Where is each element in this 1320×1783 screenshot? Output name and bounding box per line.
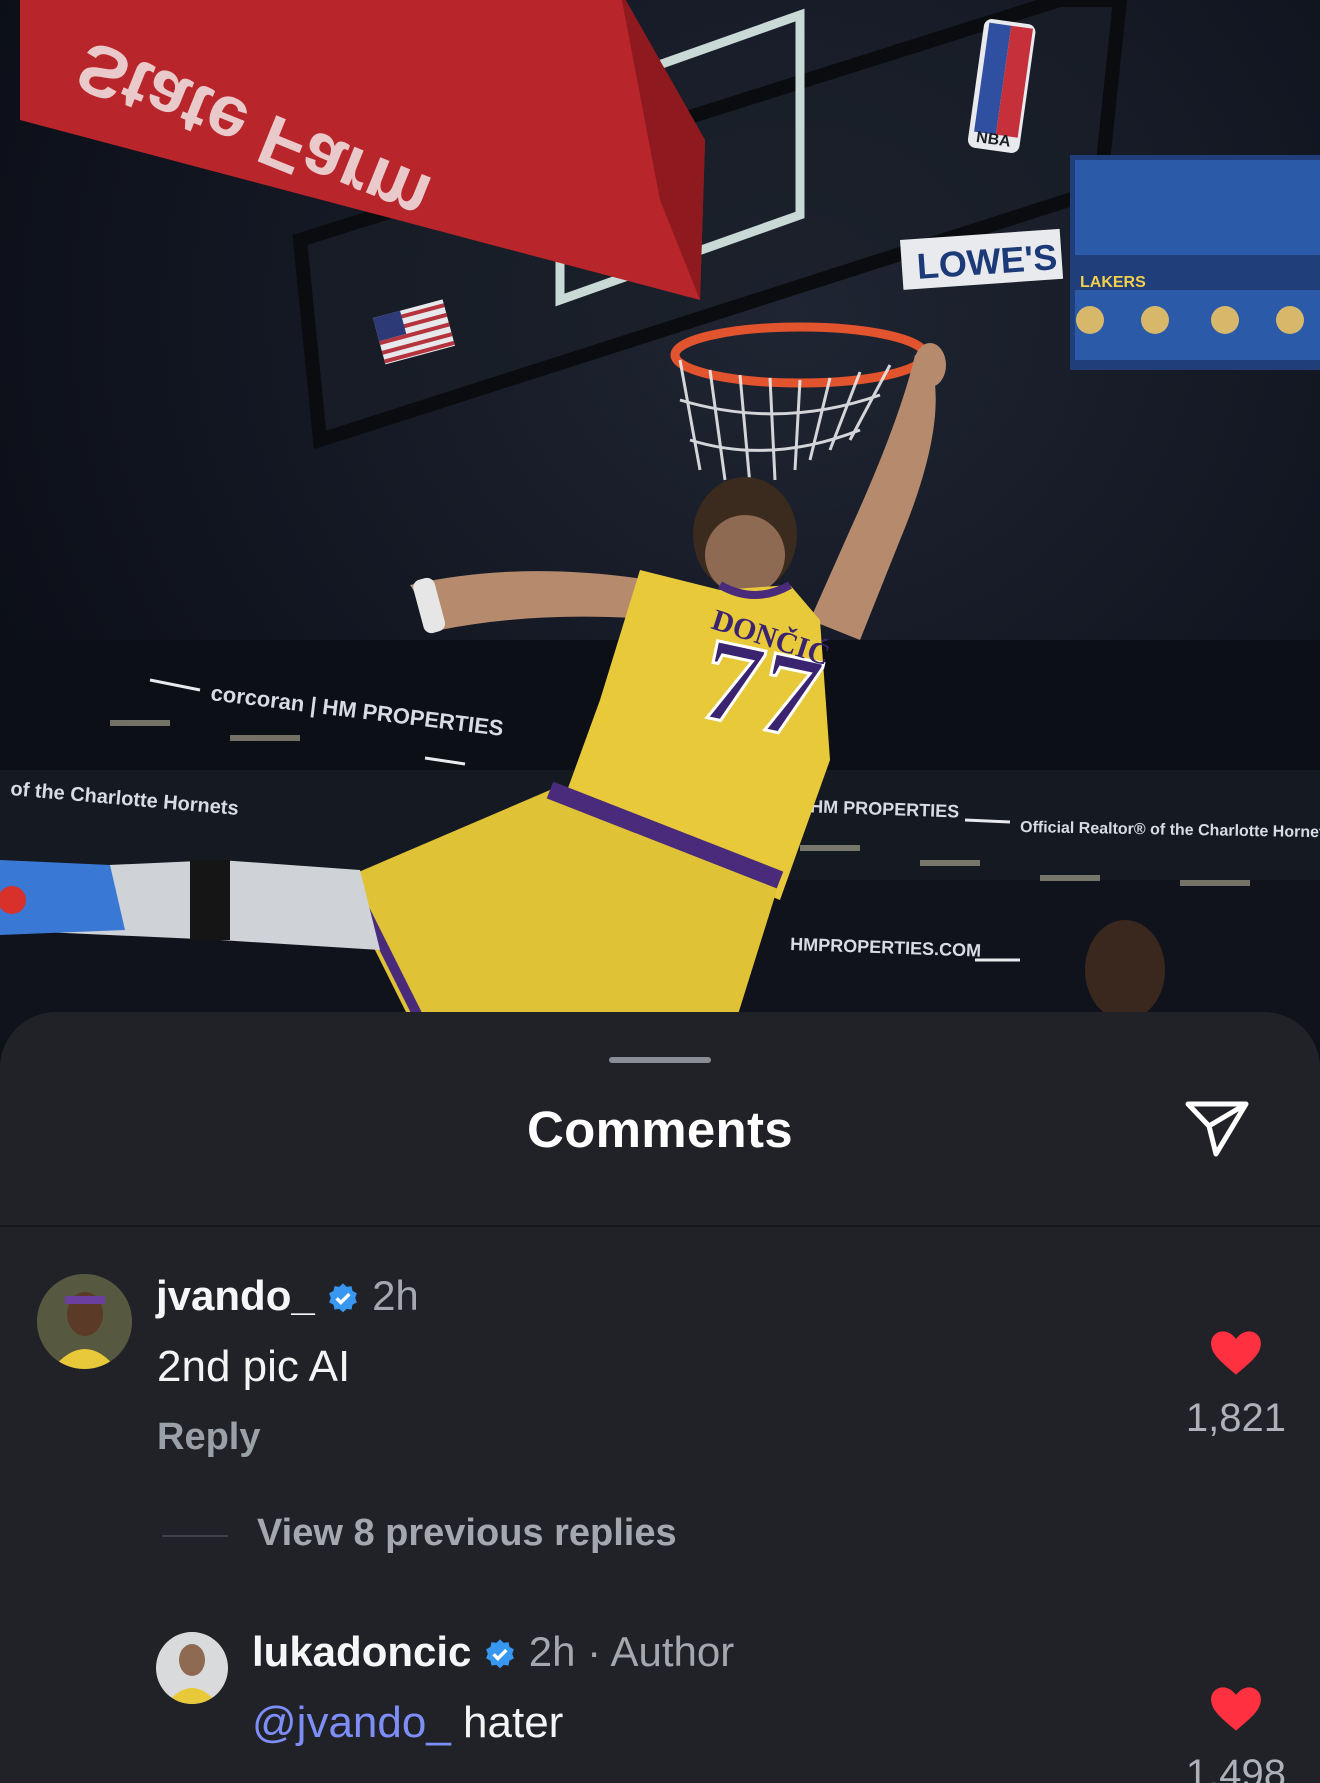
avatar[interactable] (37, 1274, 132, 1369)
post-photo[interactable]: corcoran | HM PROPERTIES of the Charlott… (0, 0, 1320, 1040)
like-count: 1,821 (1185, 1396, 1286, 1440)
reply-header: lukadoncic 2h · Author (252, 1628, 734, 1676)
sheet-title: Comments (527, 1101, 793, 1158)
reply-username[interactable]: lukadoncic (252, 1628, 471, 1675)
reply-mention[interactable]: @jvando_ (252, 1698, 451, 1747)
share-button[interactable] (1182, 1096, 1252, 1162)
share-send-icon (1185, 1101, 1249, 1157)
reply-time: 2h · Author (528, 1628, 735, 1675)
reply-text: @jvando_ hater (252, 1698, 563, 1748)
comment-header: jvando_ 2h (156, 1272, 419, 1320)
comments-sheet: Comments jvando_ 2h 2nd pic AI Reply 1,8… (0, 1012, 1320, 1783)
thread-line (162, 1535, 228, 1537)
dunk-illustration: corcoran | HM PROPERTIES of the Charlott… (0, 0, 1320, 1040)
avatar-image (37, 1274, 132, 1369)
comment-text: 2nd pic AI (157, 1342, 351, 1391)
reply-avatar-image (156, 1632, 228, 1704)
comment-username[interactable]: jvando_ (156, 1272, 315, 1319)
verified-icon (486, 1639, 514, 1669)
scoreboard-team: LAKERS (1080, 274, 1146, 291)
reply-body: hater (450, 1698, 564, 1747)
comment-time: 2h (372, 1272, 419, 1319)
drag-handle[interactable] (609, 1057, 711, 1063)
reply-avatar[interactable] (156, 1632, 228, 1704)
sheet-divider (0, 1225, 1320, 1227)
view-previous-replies[interactable]: View 8 previous replies (257, 1512, 677, 1555)
verified-icon (329, 1283, 358, 1313)
heart-icon[interactable] (1210, 1686, 1262, 1732)
reply-button[interactable]: Reply (157, 1416, 260, 1459)
heart-icon[interactable] (1210, 1330, 1262, 1376)
reply-like-count: 1,498 (1185, 1752, 1286, 1783)
